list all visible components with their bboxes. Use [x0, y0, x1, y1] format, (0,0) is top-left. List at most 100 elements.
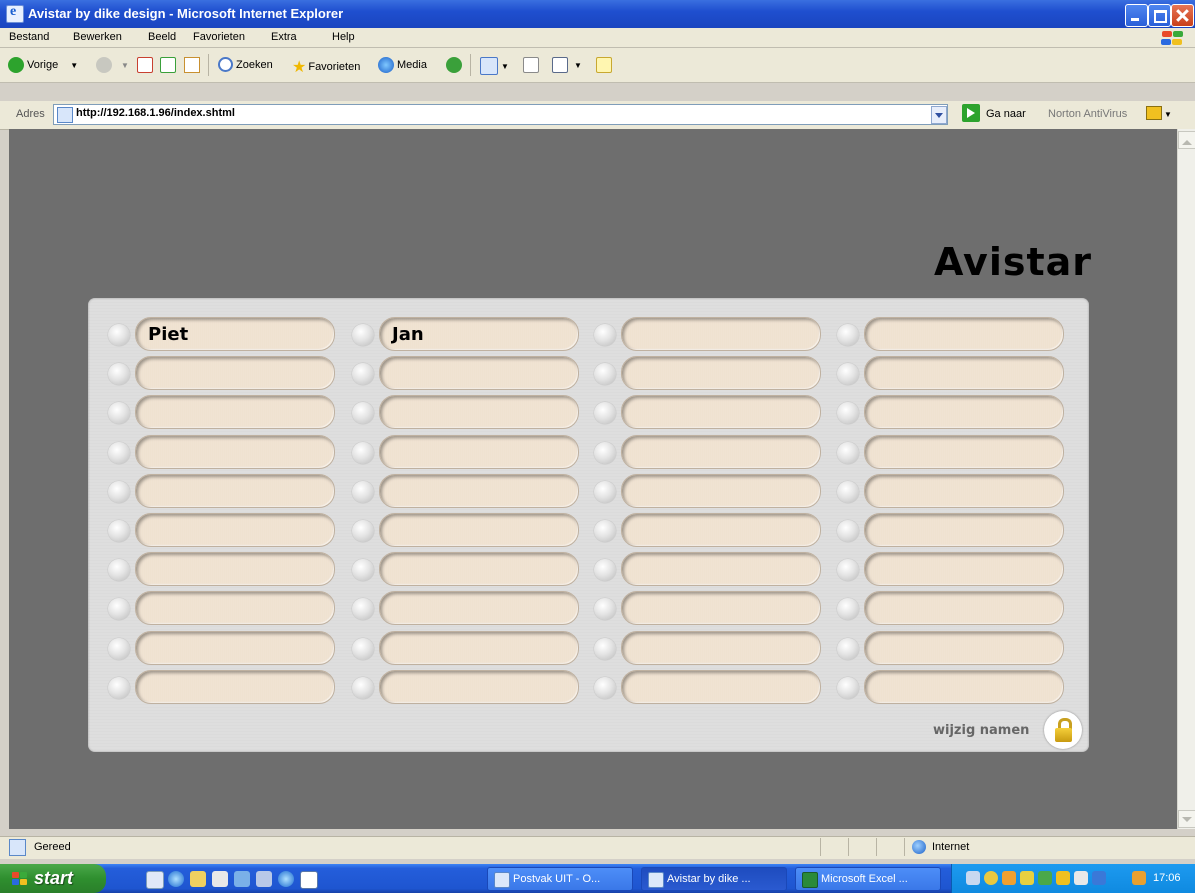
- menu-beeld[interactable]: Beeld: [148, 31, 176, 43]
- indicator-led-icon[interactable]: [594, 442, 616, 464]
- name-field[interactable]: [864, 591, 1064, 625]
- indicator-led-icon[interactable]: [108, 520, 130, 542]
- name-field[interactable]: [379, 474, 579, 508]
- name-field[interactable]: [135, 591, 335, 625]
- task-avistar[interactable]: Avistar by dike ...: [641, 867, 787, 891]
- menu-favorieten[interactable]: Favorieten: [193, 31, 245, 43]
- indicator-led-icon[interactable]: [594, 363, 616, 385]
- indicator-led-icon[interactable]: [352, 677, 374, 699]
- indicator-led-icon[interactable]: [108, 402, 130, 424]
- name-field[interactable]: [379, 552, 579, 586]
- indicator-led-icon[interactable]: [108, 677, 130, 699]
- tray-speaker-icon[interactable]: [1074, 871, 1088, 885]
- name-field[interactable]: [864, 317, 1064, 351]
- back-button[interactable]: Vorige ▼: [8, 57, 78, 73]
- name-field[interactable]: [621, 317, 821, 351]
- print-button[interactable]: [523, 57, 539, 73]
- quicklaunch-window-icon[interactable]: [300, 871, 318, 889]
- indicator-led-icon[interactable]: [837, 402, 859, 424]
- indicator-led-icon[interactable]: [108, 442, 130, 464]
- mail-button[interactable]: ▼: [480, 57, 509, 75]
- name-field[interactable]: [864, 552, 1064, 586]
- name-field[interactable]: [135, 435, 335, 469]
- name-field[interactable]: [864, 395, 1064, 429]
- name-field[interactable]: [621, 631, 821, 665]
- indicator-led-icon[interactable]: [594, 520, 616, 542]
- quicklaunch-network-icon[interactable]: [256, 871, 272, 887]
- quicklaunch-media-icon[interactable]: [234, 871, 250, 887]
- indicator-led-icon[interactable]: [837, 559, 859, 581]
- indicator-led-icon[interactable]: [352, 442, 374, 464]
- name-field[interactable]: [135, 474, 335, 508]
- scroll-down-button[interactable]: [1178, 810, 1195, 828]
- indicator-led-icon[interactable]: [594, 481, 616, 503]
- lock-button[interactable]: [1044, 711, 1082, 749]
- name-field[interactable]: [864, 631, 1064, 665]
- name-field[interactable]: Jan: [379, 317, 579, 351]
- tray-sync-icon[interactable]: [984, 871, 998, 885]
- quicklaunch-ie-icon[interactable]: [168, 871, 184, 887]
- name-field[interactable]: [864, 513, 1064, 547]
- indicator-led-icon[interactable]: [837, 598, 859, 620]
- indicator-led-icon[interactable]: [352, 402, 374, 424]
- favorites-button[interactable]: ★ Favorieten: [292, 57, 360, 77]
- menu-bestand[interactable]: Bestand: [9, 31, 49, 43]
- name-field[interactable]: [621, 591, 821, 625]
- name-field[interactable]: [135, 356, 335, 390]
- address-field[interactable]: http://192.168.1.96/index.shtml: [53, 104, 948, 125]
- name-field[interactable]: [621, 356, 821, 390]
- name-field[interactable]: [379, 356, 579, 390]
- indicator-led-icon[interactable]: [837, 677, 859, 699]
- name-field[interactable]: [135, 513, 335, 547]
- mail-dropdown-icon[interactable]: ▼: [501, 62, 509, 71]
- indicator-led-icon[interactable]: [108, 559, 130, 581]
- indicator-led-icon[interactable]: [837, 520, 859, 542]
- name-field[interactable]: [135, 395, 335, 429]
- search-button[interactable]: Zoeken: [218, 57, 273, 72]
- name-field[interactable]: [379, 435, 579, 469]
- name-field[interactable]: [135, 631, 335, 665]
- name-field[interactable]: [621, 670, 821, 704]
- menu-bewerken[interactable]: Bewerken: [73, 31, 122, 43]
- indicator-led-icon[interactable]: [594, 324, 616, 346]
- name-field[interactable]: [621, 474, 821, 508]
- indicator-led-icon[interactable]: [594, 402, 616, 424]
- tray-antivirus-icon[interactable]: [1132, 871, 1146, 885]
- media-button[interactable]: Media: [378, 57, 427, 73]
- minimize-button[interactable]: [1125, 4, 1148, 27]
- home-button[interactable]: [184, 57, 200, 73]
- name-field[interactable]: [864, 435, 1064, 469]
- indicator-led-icon[interactable]: [352, 324, 374, 346]
- name-field[interactable]: [379, 631, 579, 665]
- maximize-button[interactable]: [1148, 4, 1171, 27]
- go-button[interactable]: Ga naar: [986, 108, 1026, 120]
- indicator-led-icon[interactable]: [837, 442, 859, 464]
- go-arrow-icon[interactable]: [962, 104, 980, 122]
- indicator-led-icon[interactable]: [594, 638, 616, 660]
- indicator-led-icon[interactable]: [594, 598, 616, 620]
- indicator-led-icon[interactable]: [352, 363, 374, 385]
- name-field[interactable]: Piet: [135, 317, 335, 351]
- indicator-led-icon[interactable]: [352, 520, 374, 542]
- back-dropdown-icon[interactable]: ▼: [70, 61, 78, 70]
- vertical-scrollbar[interactable]: [1177, 129, 1195, 829]
- menu-extra[interactable]: Extra: [271, 31, 297, 43]
- indicator-led-icon[interactable]: [837, 324, 859, 346]
- quicklaunch-desktop-icon[interactable]: [146, 871, 164, 889]
- indicator-led-icon[interactable]: [352, 638, 374, 660]
- name-field[interactable]: [621, 395, 821, 429]
- address-dropdown-button[interactable]: [931, 106, 947, 124]
- history-button[interactable]: [446, 57, 465, 73]
- indicator-led-icon[interactable]: [594, 559, 616, 581]
- messenger-button[interactable]: [596, 57, 612, 73]
- quicklaunch-browser-icon[interactable]: [278, 871, 294, 887]
- tray-update-icon[interactable]: [1092, 871, 1106, 885]
- forward-button[interactable]: ▼: [96, 57, 129, 73]
- forward-dropdown-icon[interactable]: ▼: [121, 61, 129, 70]
- name-field[interactable]: [379, 591, 579, 625]
- tray-messenger-icon[interactable]: [1002, 871, 1016, 885]
- edit-dropdown-icon[interactable]: ▼: [574, 61, 582, 70]
- title-bar[interactable]: Avistar by dike design - Microsoft Inter…: [0, 0, 1195, 29]
- scroll-up-button[interactable]: [1178, 131, 1195, 149]
- name-field[interactable]: [135, 552, 335, 586]
